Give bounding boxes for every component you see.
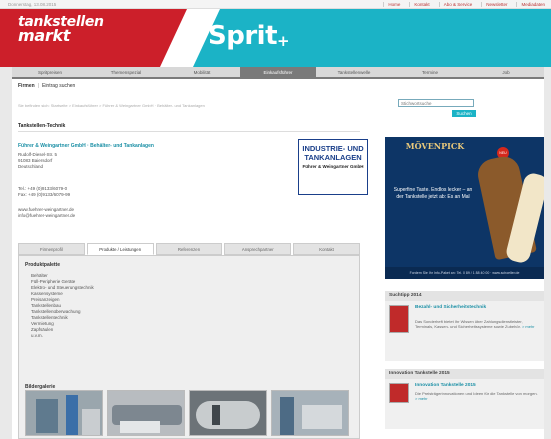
products-heading: Produktpalette (25, 262, 61, 268)
tab-referenzen[interactable]: Referenzen (155, 243, 223, 255)
advertisement-banner[interactable]: MÖVENPICK NEU Superfine Taste. Endlos le… (385, 137, 544, 279)
promo-box-head: Suchtipp 2014 (385, 291, 544, 301)
site-header: tankstellen markt Sprit+ (0, 9, 551, 67)
magazine-cover-image[interactable] (389, 383, 409, 403)
nav-item-termine[interactable]: Termine (392, 67, 468, 77)
nav-item-einkaufsfuehrer[interactable]: Einkaufsführer (240, 67, 316, 77)
profile-tabs: Firmenprofil Produkte / Leistungen Refer… (18, 243, 360, 255)
product-title: Sprit+ (208, 21, 290, 51)
tab-panel: Produktpalette Behälter Füll-Peripherie … (18, 255, 360, 439)
breadcrumb: Sie befinden sich: Startseite > Einkaufs… (18, 103, 205, 108)
ad-tagline: Superfine Taste. Endlos lecker – an der … (393, 187, 473, 200)
gallery-photo-4[interactable] (271, 390, 349, 436)
ad-brand: MÖVENPICK (405, 141, 465, 151)
promo-box-innovation: Innovation Tankstelle 2015 Innovation Ta… (385, 369, 544, 429)
link-kontakt[interactable]: Kontakt (409, 2, 430, 7)
link-mediadaten[interactable]: Mediadaten (516, 2, 545, 7)
company-logo-sub: Führer & Weingartner GmbH (302, 164, 364, 169)
more-link[interactable]: > mehr (415, 396, 428, 401)
utility-bar: Donnerstag, 13.08.2015 Home Kontakt Abo … (0, 0, 551, 9)
magazine-cover-image[interactable] (389, 305, 409, 333)
promo-box-title[interactable]: Innovation Tankstelle 2015 (415, 383, 540, 389)
nav-item-mobilitaet[interactable]: Mobilität (164, 67, 240, 77)
search-input[interactable] (398, 99, 474, 107)
more-link[interactable]: > mehr (522, 324, 535, 329)
promo-box-text: Die Preisträgerinnovationen und Ideen fü… (415, 391, 540, 401)
subnav-firmen[interactable]: Firmen (18, 83, 35, 89)
image-gallery (25, 390, 349, 436)
main-content: Firmen | Eintrag suchen Sie befinden sic… (12, 79, 544, 439)
company-phone: Tel.: +49 (0)9133/6079-0 Fax: +49 (0)913… (18, 186, 70, 198)
tab-kontakt[interactable]: Kontakt (293, 243, 360, 255)
address-country: Deutschland (18, 164, 44, 169)
ad-footer: Fordern Sie Ihr Info-Paket an: Tel. 0 89… (385, 267, 544, 279)
listing-category-title: Tankstellen-Technik (18, 123, 66, 129)
tab-ansprechpartner[interactable]: Ansprechpartner (224, 243, 292, 255)
utility-links: Home Kontakt Abo & Service Newsletter Me… (383, 2, 545, 7)
current-date: Donnerstag, 13.08.2015 (8, 2, 57, 7)
link-abo[interactable]: Abo & Service (438, 2, 472, 7)
promo-box-text: Das Sonderheft bietet Ihr Wissen über Za… (415, 319, 540, 329)
list-item: u.v.m. (31, 333, 43, 338)
site-logo[interactable]: tankstellen markt (18, 15, 104, 45)
gallery-photo-1[interactable] (25, 390, 103, 436)
divider (18, 131, 360, 132)
sub-navigation: Firmen | Eintrag suchen (18, 83, 75, 89)
gallery-photo-3[interactable] (189, 390, 267, 436)
promo-box-suchtipp: Suchtipp 2014 Bezahl- und Sicherheitstec… (385, 291, 544, 361)
nav-item-job[interactable]: Job (468, 67, 544, 77)
company-web: www.fuehrer-weingartner.de info@fuehrer-… (18, 207, 75, 219)
tab-produkte[interactable]: Produkte / Leistungen (86, 243, 154, 255)
nav-item-themenspezial[interactable]: Themenspezial (88, 67, 164, 77)
plus-icon: + (277, 32, 290, 50)
promo-box-description: Die Preisträgerinnovationen und Ideen fü… (415, 391, 538, 396)
subnav-separator: | (37, 83, 39, 89)
company-logo: INDUSTRIE- UND TANKANLAGEN Führer & Wein… (298, 139, 368, 195)
subnav-eintrag-suchen[interactable]: Eintrag suchen (42, 83, 75, 89)
products-list: Behälter Füll-Peripherie Geräte Elektro-… (31, 273, 94, 339)
link-home[interactable]: Home (383, 2, 400, 7)
tab-firmenprofil[interactable]: Firmenprofil (18, 243, 85, 255)
promo-box-title[interactable]: Bezahl- und Sicherheitstechnik (415, 305, 540, 311)
gallery-photo-2[interactable] (107, 390, 185, 436)
email-link[interactable]: info@fuehrer-weingartner.de (18, 213, 75, 219)
fax-number: Fax: +49 (0)9133/6079-99 (18, 192, 71, 197)
link-newsletter[interactable]: Newsletter (481, 2, 507, 7)
promo-box-description: Das Sonderheft bietet Ihr Wissen über Za… (415, 319, 523, 329)
company-name: Führer & Weingartner GmbH · Behälter- un… (18, 143, 154, 149)
search-button[interactable]: Suchen (452, 110, 476, 117)
product-name: Sprit (208, 21, 278, 51)
nav-item-spritpreisen[interactable]: Spritpreisen (12, 67, 88, 77)
promo-box-head: Innovation Tankstelle 2015 (385, 369, 544, 379)
logo-line-2: markt (18, 26, 71, 45)
main-nav: Spritpreisen Themenspezial Mobilität Ein… (12, 67, 544, 79)
company-logo-main: INDUSTRIE- UND TANKANLAGEN (302, 144, 364, 162)
nav-item-tankstellenwelle[interactable]: Tankstellenwelle (316, 67, 392, 77)
company-address: Rudolf-Diesel-Str. 5 91083 Baiersdorf De… (18, 152, 57, 170)
